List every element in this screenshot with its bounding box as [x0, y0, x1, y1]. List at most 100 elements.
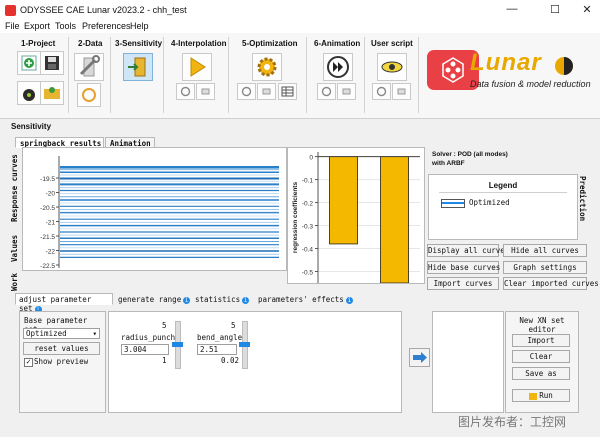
optimization-option-button[interactable]	[237, 83, 256, 100]
tab-statistics-label: statistics	[195, 295, 241, 304]
run-button[interactable]: Run	[512, 389, 570, 402]
info-icon: i	[242, 296, 250, 304]
data-refresh-button[interactable]	[77, 83, 101, 107]
graph-settings-button[interactable]: Graph settings	[503, 261, 587, 274]
group-data-label: 2-Data	[78, 39, 103, 48]
animation-option-button[interactable]	[317, 83, 336, 100]
settings-icon	[342, 88, 351, 95]
window-title: ODYSSEE CAE Lunar v2023.2 - chh_test	[20, 5, 187, 15]
moon-icon	[555, 57, 573, 75]
radius-punch-label: radius_punch	[121, 333, 176, 342]
tab-generate-range[interactable]: generate range i	[118, 295, 191, 304]
radius-punch-min: 1	[162, 356, 167, 365]
side-tab-prediction[interactable]: Prediction	[578, 176, 587, 221]
save-as-button[interactable]: Save as	[512, 367, 570, 380]
interpolation-run-button[interactable]	[182, 53, 212, 81]
user-script-setting-button[interactable]	[392, 83, 411, 100]
bomb-icon	[23, 89, 35, 101]
run-icon	[529, 392, 538, 400]
ribbon-separator	[68, 37, 69, 113]
ribbon-separator	[163, 37, 164, 113]
info-icon: i	[183, 296, 191, 304]
run-button-label: Run	[539, 391, 553, 400]
y-tick-label: -0.4	[302, 247, 314, 254]
radius-punch-slider-thumb[interactable]	[172, 341, 183, 347]
chevron-down-icon: ▾	[92, 329, 97, 338]
y-axis-label: regression coefficients	[292, 182, 299, 254]
y-tick-label: -22.5	[40, 263, 55, 270]
xn-editor-title: New XN set editor	[519, 316, 565, 334]
cycle-icon	[241, 86, 252, 97]
close-button[interactable]: ✕	[572, 3, 600, 17]
brand-name: Lunar	[470, 49, 542, 76]
y-tick-label: -0.3	[302, 224, 314, 231]
legend-panel: Legend Optimized	[428, 174, 578, 240]
folder-icon	[44, 87, 60, 99]
menu-help[interactable]: Help	[130, 21, 149, 31]
hide-base-curves-button[interactable]: Hide base curves	[427, 261, 500, 274]
maximize-button[interactable]: ☐	[540, 3, 570, 17]
settings-icon	[397, 88, 406, 95]
display-all-curves-button[interactable]: Display all curves	[427, 244, 509, 257]
ribbon-separator	[364, 37, 365, 113]
ribbon-separator	[228, 37, 229, 113]
user-script-option-button[interactable]	[372, 83, 391, 100]
clear-button[interactable]: Clear	[512, 350, 570, 363]
menu-preferences[interactable]: Preferences	[82, 21, 131, 31]
radius-punch-input[interactable]: 3.004	[121, 344, 169, 355]
import-curves-button[interactable]: Import curves	[427, 277, 499, 290]
brand-tagline: Data fusion & model reduction	[470, 79, 591, 89]
y-tick-label: -0.2	[302, 201, 314, 208]
app-icon	[5, 5, 16, 16]
door-exit-icon	[128, 57, 146, 77]
reset-values-button[interactable]: reset values	[23, 342, 100, 355]
arrow-right-icon	[413, 352, 427, 363]
side-tab-work[interactable]: Work	[10, 273, 19, 291]
tab-parameters-effects[interactable]: parameters' effects i	[258, 295, 353, 304]
legend-entry: Optimized	[469, 198, 510, 207]
menu-file[interactable]: File	[5, 21, 20, 31]
y-tick-label: -19.5	[40, 176, 55, 183]
radius-punch-max: 5	[162, 321, 167, 330]
parameter-sliders-panel: 5 radius_punch 3.004 1 5 bend_angle 2.51…	[108, 311, 402, 413]
user-script-button[interactable]	[377, 53, 407, 81]
legend-title: Legend	[488, 181, 518, 190]
clear-imported-curves-button[interactable]: Clear imported curves	[503, 277, 599, 290]
tab-adjust-parameter-set[interactable]: adjust parameter set i	[15, 293, 113, 313]
legend-divider	[439, 192, 567, 193]
y-tick-label: -21.5	[40, 234, 55, 241]
optimization-setting-button[interactable]	[257, 83, 276, 100]
menu-export[interactable]: Export	[24, 21, 50, 31]
interpolation-option-button[interactable]	[176, 83, 195, 100]
minimize-button[interactable]: —	[497, 3, 527, 17]
base-parameter-value: Optimized	[26, 329, 67, 338]
transfer-button[interactable]	[409, 348, 430, 367]
side-tab-response-curves[interactable]: Response curves	[10, 154, 19, 222]
interpolation-setting-button[interactable]	[196, 83, 215, 100]
animation-button[interactable]	[323, 53, 353, 81]
eye-icon	[381, 61, 403, 73]
bar-bend_angle	[380, 156, 409, 284]
import-project-button[interactable]	[40, 81, 64, 105]
optimization-table-button[interactable]	[278, 83, 297, 100]
open-project-button[interactable]	[17, 81, 41, 105]
tab-statistics[interactable]: statistics i	[195, 295, 250, 304]
animation-setting-button[interactable]	[337, 83, 356, 100]
optimization-run-button[interactable]	[252, 53, 282, 81]
base-parameter-select[interactable]: Optimized ▾	[23, 328, 100, 339]
ribbon-separator	[306, 37, 307, 113]
data-tools-button[interactable]	[74, 53, 104, 81]
bend-angle-input[interactable]: 2.51	[197, 344, 237, 355]
sensitivity-button[interactable]	[123, 53, 153, 81]
import-button[interactable]: Import	[512, 334, 570, 347]
show-preview-checkbox[interactable]: ✓	[24, 358, 33, 367]
y-tick-label: -20.5	[40, 205, 55, 212]
hide-all-curves-button[interactable]: Hide all curves	[503, 244, 587, 257]
menu-tools[interactable]: Tools	[55, 21, 76, 31]
side-tab-values[interactable]: Values	[10, 235, 19, 262]
xn-set-list[interactable]	[432, 311, 504, 413]
new-project-button[interactable]	[17, 51, 41, 75]
save-project-button[interactable]	[40, 51, 64, 75]
bend-angle-max: 5	[231, 321, 236, 330]
bend-angle-slider-thumb[interactable]	[239, 342, 250, 347]
